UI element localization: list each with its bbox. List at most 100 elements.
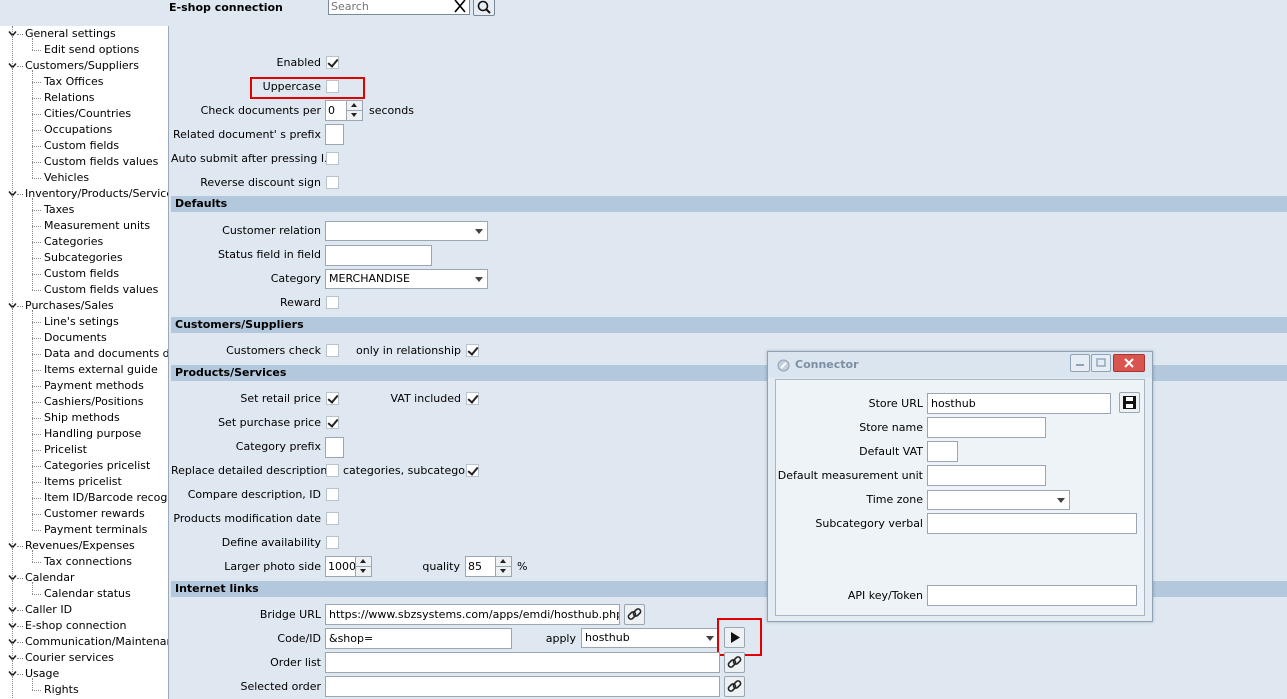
- sidebar-item-custom-fields-values[interactable]: Custom fields values: [44, 282, 158, 298]
- sidebar-item-calendar-status[interactable]: Calendar status: [44, 586, 131, 602]
- uppercase-checkbox[interactable]: [326, 80, 339, 93]
- replace-description-checkbox[interactable]: [326, 464, 339, 477]
- api-key-field[interactable]: [927, 585, 1137, 606]
- order-list-link-button[interactable]: [724, 652, 745, 673]
- sidebar-item-cashiers-positions[interactable]: Cashiers/Positions: [44, 394, 143, 410]
- spin-up-icon[interactable]: [495, 557, 511, 567]
- sidebar-item-cities-countries[interactable]: Cities/Countries: [44, 106, 131, 122]
- sidebar-item-general-settings[interactable]: General settings: [25, 26, 116, 42]
- sidebar-item-categories[interactable]: Categories: [44, 234, 103, 250]
- sidebar-item-relations[interactable]: Relations: [44, 90, 95, 106]
- sidebar-item-customer-rewards[interactable]: Customer rewards: [44, 506, 145, 522]
- vat-included-checkbox[interactable]: [466, 392, 479, 405]
- replace-categories-checkbox[interactable]: [466, 464, 479, 477]
- status-field-input[interactable]: [325, 245, 432, 266]
- sidebar-item-categories-pricelist[interactable]: Categories pricelist: [44, 458, 150, 474]
- sidebar-item-caller-id[interactable]: Caller ID: [25, 602, 72, 618]
- quality-spinner[interactable]: 85: [465, 556, 512, 577]
- reverse-discount-checkbox[interactable]: [326, 176, 339, 189]
- sidebar-item-item-id-barcode-recognize[interactable]: Item ID/Barcode recognize: [44, 490, 168, 506]
- sidebar-item-communication-maintenance[interactable]: Communication/Maintenance: [25, 634, 168, 650]
- default-unit-field[interactable]: [927, 465, 1046, 486]
- default-vat-field[interactable]: [927, 441, 958, 462]
- subcategory-verbal-field[interactable]: [927, 513, 1137, 534]
- time-zone-select[interactable]: [927, 490, 1070, 510]
- minimize-button[interactable]: [1070, 354, 1090, 372]
- retail-price-label: Set retail price: [240, 392, 321, 405]
- sidebar-item-measurement-units[interactable]: Measurement units: [44, 218, 150, 234]
- purchase-price-checkbox[interactable]: [326, 416, 339, 429]
- sidebar-item-subcategories[interactable]: Subcategories: [44, 250, 123, 266]
- search-box[interactable]: [328, 0, 470, 15]
- define-availability-checkbox[interactable]: [326, 536, 339, 549]
- settings-tree[interactable]: General settings Edit send options Custome…: [0, 26, 169, 699]
- sidebar-item-handling-purpose[interactable]: Handling purpose: [44, 426, 141, 442]
- search-button[interactable]: [473, 0, 495, 16]
- spin-up-icon[interactable]: [346, 101, 362, 111]
- sidebar-item-custom-fields-values[interactable]: Custom fields values: [44, 154, 158, 170]
- auto-submit-checkbox[interactable]: [326, 152, 339, 165]
- sidebar-item-revenues-expenses[interactable]: Revenues/Expenses: [25, 538, 135, 554]
- sidebar-item-purchases-sales[interactable]: Purchases/Sales: [25, 298, 114, 314]
- spin-down-icon[interactable]: [346, 111, 362, 120]
- sidebar-item-inventory-products-services[interactable]: Inventory/Products/Services: [25, 186, 168, 202]
- sidebar-item-taxes[interactable]: Taxes: [44, 202, 74, 218]
- selected-order-field[interactable]: [325, 676, 720, 697]
- sidebar-item-pricelist[interactable]: Pricelist: [44, 442, 87, 458]
- sidebar-item-custom-fields[interactable]: Custom fields: [44, 266, 119, 282]
- sidebar-item-rights[interactable]: Rights: [44, 682, 79, 698]
- order-list-field[interactable]: [325, 652, 720, 673]
- enabled-checkbox[interactable]: [326, 56, 339, 69]
- only-relationship-checkbox[interactable]: [466, 344, 479, 357]
- code-id-field[interactable]: &shop=: [325, 628, 512, 649]
- sidebar-item-usage[interactable]: Usage: [25, 666, 59, 682]
- category-select[interactable]: MERCHANDISE: [325, 269, 488, 289]
- category-prefix-field[interactable]: [325, 437, 344, 458]
- sidebar-item-tax-offices[interactable]: Tax Offices: [44, 74, 104, 90]
- retail-price-checkbox[interactable]: [326, 392, 339, 405]
- spin-down-icon[interactable]: [355, 567, 371, 576]
- modification-date-checkbox[interactable]: [326, 512, 339, 525]
- close-icon[interactable]: [453, 0, 467, 13]
- sidebar-item-courier-services[interactable]: Courier services: [25, 650, 114, 666]
- sidebar-item-occupations[interactable]: Occupations: [44, 122, 112, 138]
- sidebar-item-payment-terminals[interactable]: Payment terminals: [44, 522, 147, 538]
- bridge-url-field[interactable]: https://www.sbzsystems.com/apps/emdi/hos…: [325, 604, 620, 625]
- sidebar-item-documents[interactable]: Documents: [44, 330, 107, 346]
- sidebar-item-line-s-setings[interactable]: Line's setings: [44, 314, 119, 330]
- photo-side-spinner[interactable]: 1000: [325, 556, 372, 577]
- sidebar-item-data-and-documents-desi[interactable]: Data and documents desi: [44, 346, 168, 362]
- sidebar-item-customers-suppliers[interactable]: Customers/Suppliers: [25, 58, 139, 74]
- define-availability-label: Define availability: [221, 536, 321, 549]
- check-documents-spinner[interactable]: 0: [325, 100, 363, 121]
- connector-dialog[interactable]: Connector Store URL hosthub Store name D…: [767, 351, 1153, 622]
- sidebar-item-ship-methods[interactable]: Ship methods: [44, 410, 120, 426]
- spin-down-icon[interactable]: [495, 567, 511, 576]
- sidebar-item-items-external-guide[interactable]: Items external guide: [44, 362, 158, 378]
- search-input[interactable]: [331, 0, 449, 14]
- sidebar-item-vehicles[interactable]: Vehicles: [44, 170, 89, 186]
- sidebar-item-payment-methods[interactable]: Payment methods: [44, 378, 144, 394]
- save-button[interactable]: [1119, 392, 1140, 413]
- tree-connector: [32, 370, 41, 371]
- sidebar-item-custom-fields[interactable]: Custom fields: [44, 138, 119, 154]
- sidebar-item-edit-send-options[interactable]: Edit send options: [44, 42, 139, 58]
- spin-up-icon[interactable]: [355, 557, 371, 567]
- apply-select[interactable]: hosthub: [581, 628, 719, 648]
- related-prefix-field[interactable]: [325, 124, 344, 145]
- sidebar-item-e-shop-connection[interactable]: E-shop connection: [25, 618, 126, 634]
- selected-order-link-button[interactable]: [724, 676, 745, 697]
- close-button[interactable]: [1113, 354, 1145, 372]
- apply-run-button[interactable]: [724, 627, 745, 648]
- sidebar-item-tax-connections[interactable]: Tax connections: [44, 554, 132, 570]
- store-url-field[interactable]: hosthub: [927, 393, 1111, 414]
- customer-relation-select[interactable]: [325, 221, 488, 241]
- dialog-titlebar[interactable]: Connector: [768, 352, 1152, 378]
- compare-description-checkbox[interactable]: [326, 488, 339, 501]
- store-name-field[interactable]: [927, 417, 1046, 438]
- reward-checkbox[interactable]: [326, 296, 339, 309]
- bridge-link-button[interactable]: [624, 604, 645, 625]
- maximize-button[interactable]: [1091, 354, 1111, 372]
- sidebar-item-items-pricelist[interactable]: Items pricelist: [44, 474, 122, 490]
- customers-check-checkbox[interactable]: [326, 344, 339, 357]
